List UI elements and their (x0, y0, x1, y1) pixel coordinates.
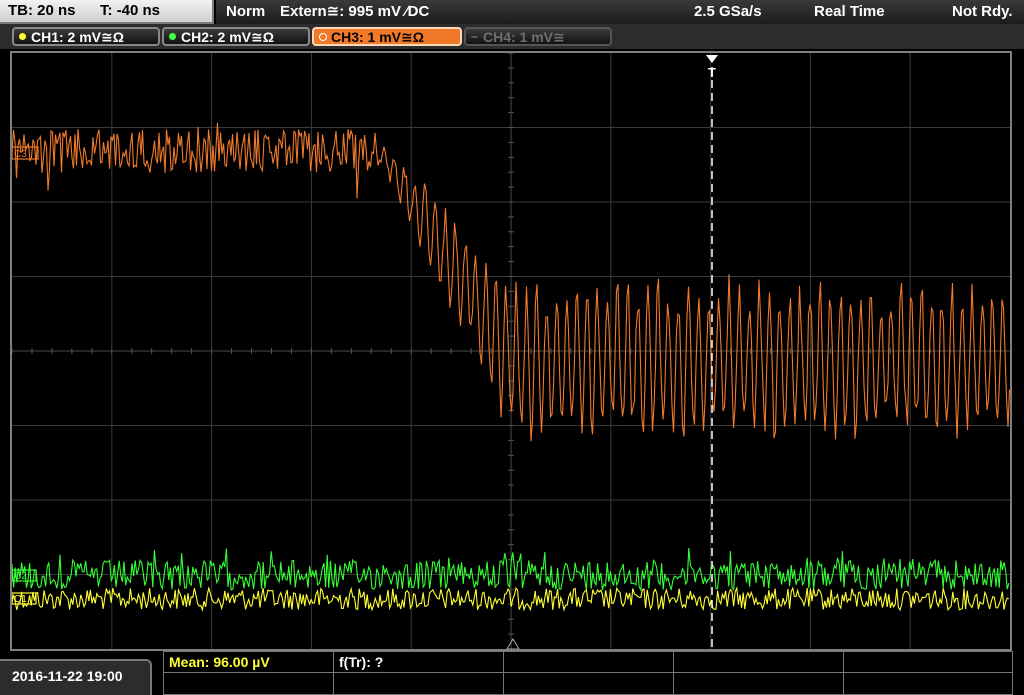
channel-3-label: CH3: 1 mV≅Ω (331, 29, 424, 45)
trigger-time-value: T: -40 ns (100, 2, 161, 19)
acquisition-mode: Real Time (814, 3, 885, 20)
channel-1-button[interactable]: CH1: 2 mV≅Ω (12, 27, 160, 46)
timebase-panel[interactable]: TB: 20 ns T: -40 ns (0, 0, 214, 24)
ch1-trace (12, 585, 1010, 613)
channel-4-label: CH4: 1 mV≅ (483, 29, 565, 45)
date-time: 2016-11-22 19:00 (0, 659, 152, 695)
measurement-slot-8[interactable] (504, 673, 674, 695)
channel-4-indicator-icon (471, 36, 478, 38)
trigger-arrow-icon (706, 55, 718, 63)
bottom-bar: 2016-11-22 19:00 Mean: 96.00 µV f(Tr): ? (0, 651, 1024, 695)
channel-3-indicator-icon (319, 33, 327, 41)
channel-bar: CH1: 2 mV≅Ω CH2: 2 mV≅Ω CH3: 1 mV≅Ω CH4:… (0, 24, 1024, 49)
measurement-table: Mean: 96.00 µV f(Tr): ? (163, 651, 1013, 695)
ch1-marker-label: C1 (14, 594, 27, 605)
waveform-canvas: T C3 C2 C1 (12, 53, 1010, 649)
ch2-marker-label: C2 (14, 571, 27, 582)
channel-4-button[interactable]: CH4: 1 mV≅ (464, 27, 612, 46)
oscilloscope-screen: TB: 20 ns T: -40 ns Norm Extern≅: 995 mV… (0, 0, 1024, 695)
channel-1-label: CH1: 2 mV≅Ω (31, 29, 124, 45)
timebase-value: TB: 20 ns (8, 2, 76, 19)
measurement-mean[interactable]: Mean: 96.00 µV (164, 652, 334, 673)
measurement-slot-6[interactable] (164, 673, 334, 695)
measurement-slot-10[interactable] (844, 673, 1012, 695)
measurement-rise-frequency[interactable]: f(Tr): ? (334, 652, 504, 673)
ch3-marker-label: C3 (14, 149, 27, 160)
measurement-slot-7[interactable] (334, 673, 504, 695)
channel-2-label: CH2: 2 mV≅Ω (181, 29, 274, 45)
measurement-slot-3[interactable] (504, 652, 674, 673)
channel-1-indicator-icon (19, 33, 26, 40)
measurement-slot-4[interactable] (674, 652, 844, 673)
ch3-offset-marker[interactable]: C3 (12, 146, 39, 160)
channel-2-button[interactable]: CH2: 2 mV≅Ω (162, 27, 310, 46)
ch2-trace (12, 548, 1010, 592)
measurement-slot-5[interactable] (844, 652, 1012, 673)
trigger-panel[interactable]: Norm Extern≅: 995 mV ∕DC 2.5 GSa/s Real … (216, 0, 1024, 24)
ch2-offset-marker[interactable]: C2 (12, 569, 37, 582)
trigger-label: T (708, 65, 716, 80)
trigger-source: Extern≅: 995 mV ∕DC (280, 3, 430, 20)
trigger-mode: Norm (226, 3, 266, 20)
channel-3-button[interactable]: CH3: 1 mV≅Ω (312, 27, 462, 46)
status-bar: TB: 20 ns T: -40 ns Norm Extern≅: 995 mV… (0, 0, 1024, 24)
channel-2-indicator-icon (169, 33, 176, 40)
waveform-display[interactable]: T C3 C2 C1 (10, 51, 1012, 651)
sample-rate: 2.5 GSa/s (694, 3, 762, 20)
measurement-slot-9[interactable] (674, 673, 844, 695)
acquisition-status: Not Rdy. (952, 3, 1013, 20)
time-reference-icon (506, 638, 520, 649)
